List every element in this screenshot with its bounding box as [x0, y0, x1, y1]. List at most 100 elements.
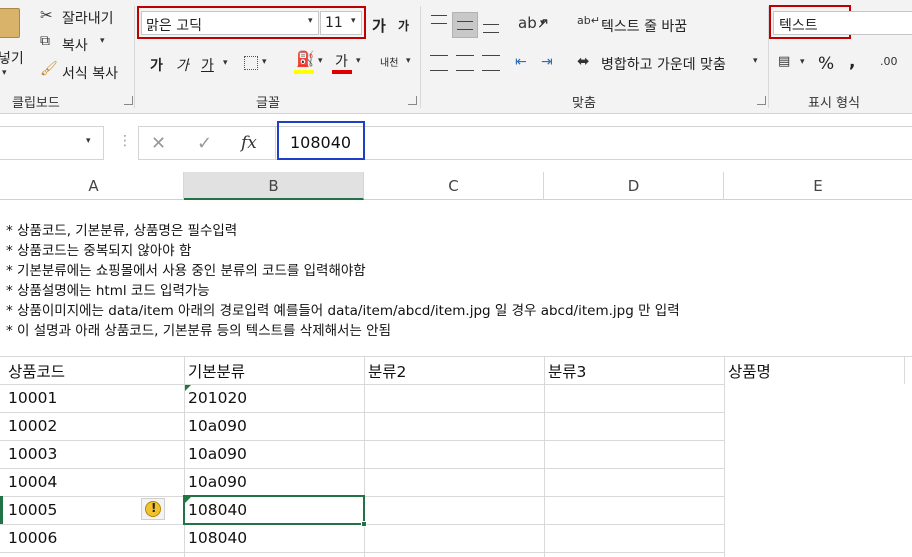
- table-cell[interactable]: 10a090: [188, 473, 247, 491]
- fill-color-button[interactable]: ⛽ ▾: [294, 50, 330, 76]
- note-line[interactable]: * 이 설명과 아래 상품코드, 기본분류 등의 텍스트를 삭제해서는 안됨: [6, 319, 391, 339]
- formula-value[interactable]: 108040: [290, 133, 351, 152]
- column-header-d[interactable]: D: [544, 172, 724, 200]
- format-painter-button[interactable]: 🖌 서식 복사: [38, 61, 132, 83]
- align-left-button[interactable]: [430, 55, 448, 71]
- chevron-down-icon[interactable]: ▾: [86, 136, 91, 146]
- chevron-down-icon: ▾: [406, 56, 411, 66]
- enter-icon[interactable]: ✓: [197, 133, 212, 154]
- copy-icon: ⧉: [40, 33, 50, 49]
- table-cell[interactable]: 10001: [8, 389, 57, 407]
- paste-button[interactable]: 넣기 ▾: [0, 4, 34, 84]
- number-format-value: 텍스트: [779, 18, 818, 34]
- accounting-format-button[interactable]: ▤ ▾: [778, 52, 812, 76]
- align-bottom-button[interactable]: [480, 14, 502, 36]
- cut-label: 잘라내기: [62, 11, 114, 27]
- active-cell[interactable]: [183, 495, 365, 525]
- group-divider: [134, 6, 135, 108]
- warning-mark: !: [151, 501, 157, 515]
- italic-button[interactable]: 가: [176, 55, 189, 75]
- chevron-down-icon[interactable]: ▾: [540, 18, 545, 28]
- wrap-text-button[interactable]: ab↵ 텍스트 줄 바꿈: [577, 12, 727, 36]
- note-line[interactable]: * 상품설명에는 html 코드 입력가능: [6, 279, 210, 299]
- chevron-down-icon[interactable]: ▾: [308, 16, 313, 26]
- align-top-button[interactable]: [428, 12, 450, 34]
- fill-handle[interactable]: [361, 521, 367, 527]
- comma-button[interactable]: ,: [849, 52, 855, 72]
- increase-decimal-icon[interactable]: .00: [880, 55, 898, 68]
- font-size-select[interactable]: 11 ▾: [320, 11, 362, 35]
- table-cell[interactable]: 10a090: [188, 417, 247, 435]
- warning-icon[interactable]: !: [141, 498, 165, 520]
- dialog-launcher-icon[interactable]: [408, 96, 417, 105]
- column-header-c[interactable]: C: [364, 172, 544, 200]
- wrap-text-icon: ab↵: [577, 14, 600, 27]
- cancel-icon[interactable]: ✕: [151, 133, 166, 154]
- shrink-font-button[interactable]: 가: [398, 17, 409, 34]
- phonetic-label: 내천: [380, 58, 399, 69]
- merge-center-label: 병합하고 가운데 맞춤: [601, 57, 726, 73]
- header-cell[interactable]: 상품코드: [8, 360, 65, 382]
- header-cell[interactable]: 분류2: [368, 360, 406, 382]
- number-group-label: 표시 형식: [808, 96, 860, 111]
- font-color-button[interactable]: 가 ▾: [332, 50, 368, 76]
- increase-indent-icon[interactable]: ⇥: [541, 54, 553, 70]
- header-cell[interactable]: 상품명: [728, 360, 771, 382]
- grid-line: [0, 384, 724, 385]
- insert-function-icon[interactable]: fx: [241, 133, 257, 153]
- formula-input[interactable]: [276, 126, 912, 160]
- alignment-group-label: 맞춤: [572, 96, 596, 111]
- table-cell[interactable]: 201020: [188, 389, 247, 407]
- grid-line: [544, 356, 545, 557]
- note-line[interactable]: * 기본분류에는 쇼핑몰에서 사용 중인 분류의 코드를 입력해야함: [6, 259, 366, 279]
- column-header-b[interactable]: B: [184, 172, 364, 200]
- note-line[interactable]: * 상품코드는 중복되지 않아야 함: [6, 239, 191, 259]
- group-divider: [420, 6, 421, 108]
- align-center-button[interactable]: [456, 55, 474, 71]
- note-line[interactable]: * 상품코드, 기본분류, 상품명은 필수입력: [6, 219, 237, 239]
- chevron-down-icon: ▾: [2, 68, 7, 78]
- dialog-launcher-icon[interactable]: [757, 96, 766, 105]
- more-options-icon: ⋮: [118, 133, 132, 149]
- border-button[interactable]: ▾: [238, 52, 274, 74]
- merge-center-button[interactable]: ⬌ 병합하고 가운데 맞춤 ▾: [577, 50, 767, 76]
- grow-font-button[interactable]: 가: [372, 15, 386, 36]
- phonetic-button[interactable]: 내천 ▾: [378, 50, 418, 76]
- formula-buttons: ✕ ✓ fx: [138, 126, 276, 160]
- align-middle-button[interactable]: [452, 12, 478, 38]
- copy-button[interactable]: ⧉ 복사 ▾: [38, 33, 118, 55]
- header-cell[interactable]: 분류3: [548, 360, 586, 382]
- percent-button[interactable]: %: [818, 54, 834, 74]
- table-cell[interactable]: 10a090: [188, 445, 247, 463]
- table-cell[interactable]: 108040: [188, 529, 247, 547]
- font-name-select[interactable]: 맑은 고딕 ▾: [141, 11, 319, 35]
- merge-icon: ⬌: [577, 52, 590, 70]
- chevron-down-icon: ▾: [356, 56, 361, 66]
- decrease-indent-icon[interactable]: ⇤: [515, 54, 527, 70]
- grid-line: [0, 468, 724, 469]
- column-header-e[interactable]: E: [724, 172, 912, 200]
- bold-button[interactable]: 가: [150, 55, 163, 75]
- column-header-a[interactable]: A: [4, 172, 184, 200]
- align-right-button[interactable]: [482, 55, 500, 71]
- chevron-down-icon: ▾: [100, 36, 105, 46]
- number-format-select[interactable]: 텍스트: [773, 11, 912, 35]
- align-bottom-icon: [483, 24, 499, 33]
- table-cell[interactable]: 10004: [8, 473, 57, 491]
- chevron-down-icon[interactable]: ▾: [351, 16, 356, 26]
- underline-button[interactable]: 가: [201, 55, 214, 75]
- row-header-selected-edge: [0, 496, 3, 524]
- table-cell[interactable]: 10003: [8, 445, 57, 463]
- name-box[interactable]: ▾: [0, 126, 104, 160]
- note-line[interactable]: * 상품이미지에는 data/item 아래의 경로입력 예를들어 data/i…: [6, 299, 680, 319]
- currency-icon: ▤: [778, 54, 791, 69]
- font-name-value: 맑은 고딕: [146, 18, 202, 34]
- header-cell[interactable]: 기본분류: [188, 360, 245, 382]
- scissors-icon: ✂: [40, 6, 53, 24]
- table-cell[interactable]: 10002: [8, 417, 57, 435]
- chevron-down-icon[interactable]: ▾: [223, 58, 228, 68]
- table-cell[interactable]: 10005: [8, 501, 57, 519]
- dialog-launcher-icon[interactable]: [124, 96, 133, 105]
- cut-button[interactable]: ✂ 잘라내기: [38, 6, 128, 28]
- table-cell[interactable]: 10006: [8, 529, 57, 547]
